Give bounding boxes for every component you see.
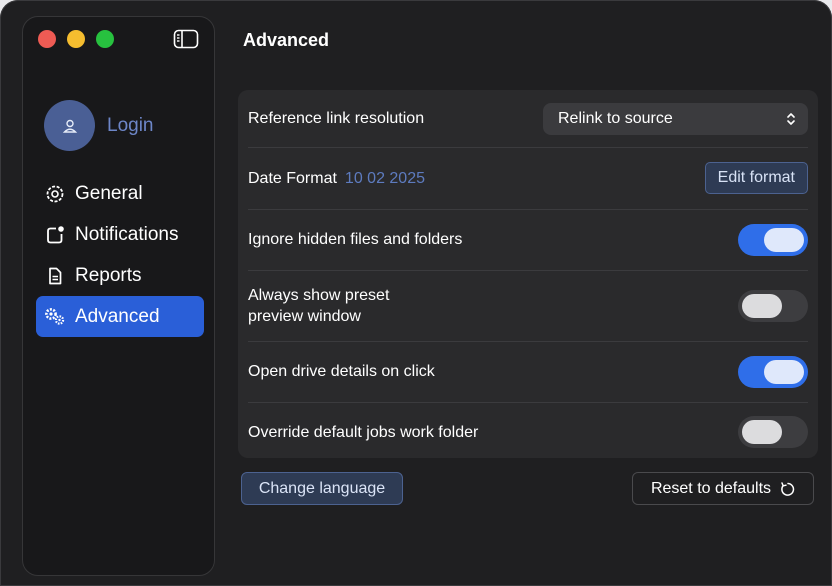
preset-preview-toggle[interactable] [738, 289, 808, 322]
sidebar-item-label: Notifications [75, 223, 179, 245]
sidebar-item-general[interactable]: General [36, 173, 204, 214]
change-language-button[interactable]: Change language [241, 472, 403, 505]
toggle-knob [764, 359, 804, 384]
sidebar-toggle-button[interactable] [173, 29, 199, 49]
setting-row-reference-link: Reference link resolution Relink to sour… [248, 90, 808, 148]
setting-label: Override default jobs work folder [248, 423, 479, 441]
setting-row-drive-details: Open drive details on click [248, 341, 808, 403]
minimize-window-button[interactable] [67, 30, 85, 48]
setting-label-line2: preview window [248, 307, 361, 325]
sidebar-item-reports[interactable]: Reports [36, 255, 204, 296]
toggle-knob [764, 227, 804, 252]
sidebar-left-icon [173, 29, 199, 49]
setting-label-line1: Always show preset [248, 286, 390, 304]
setting-label: Ignore hidden files and folders [248, 231, 463, 248]
settings-window: Login General Notifications Reports Adva… [0, 0, 832, 586]
reset-arrow-icon [781, 481, 795, 496]
setting-label-preset-preview: Always show preset preview window [248, 285, 738, 327]
ignore-hidden-toggle[interactable] [738, 223, 808, 256]
setting-label: Reference link resolution [248, 110, 425, 127]
setting-label: Date Format [248, 169, 337, 187]
setting-row-ignore-hidden: Ignore hidden files and folders [248, 209, 808, 271]
settings-panel: Reference link resolution Relink to sour… [238, 90, 818, 458]
page-title: Advanced [243, 30, 330, 50]
up-down-chevron-icon [787, 112, 795, 125]
setting-row-preset-preview: Always show preset preview window [248, 270, 808, 342]
close-window-button[interactable] [38, 30, 56, 48]
login-button[interactable]: Login [44, 100, 154, 151]
sidebar-item-advanced[interactable]: Advanced [36, 296, 204, 337]
setting-label: Open drive details on click [248, 363, 435, 380]
sidebar-item-label: Reports [75, 264, 142, 286]
sidebar-item-label: Advanced [75, 305, 160, 327]
override-jobs-toggle[interactable] [738, 416, 808, 448]
window-controls [38, 30, 114, 48]
person-icon [62, 119, 77, 133]
gears-icon [44, 306, 66, 328]
notification-badge-icon [44, 224, 66, 246]
setting-row-date-format: Date Format 10 02 2025 Edit format [248, 147, 808, 210]
avatar [44, 100, 95, 151]
sidebar-item-notifications[interactable]: Notifications [36, 214, 204, 255]
toggle-knob [742, 420, 782, 444]
date-format-value: 10 02 2025 [344, 169, 425, 187]
zoom-window-button[interactable] [96, 30, 114, 48]
reference-link-select[interactable]: Relink to source [543, 102, 808, 135]
edit-format-button[interactable]: Edit format [704, 162, 808, 194]
reset-to-defaults-button[interactable]: Reset to defaults [632, 472, 814, 505]
setting-row-override-jobs: Override default jobs work folder [248, 402, 808, 462]
gear-icon [44, 183, 66, 205]
login-label: Login [107, 114, 154, 136]
select-value: Relink to source [558, 109, 673, 127]
sidebar-nav: General Notifications Reports Advanced [36, 173, 204, 337]
drive-details-toggle[interactable] [738, 355, 808, 388]
toggle-knob [742, 293, 782, 318]
document-icon [44, 265, 66, 287]
setting-label-date-format: Date Format 10 02 2025 [248, 168, 705, 189]
sidebar-item-label: General [75, 182, 143, 204]
reset-label: Reset to defaults [650, 479, 772, 497]
